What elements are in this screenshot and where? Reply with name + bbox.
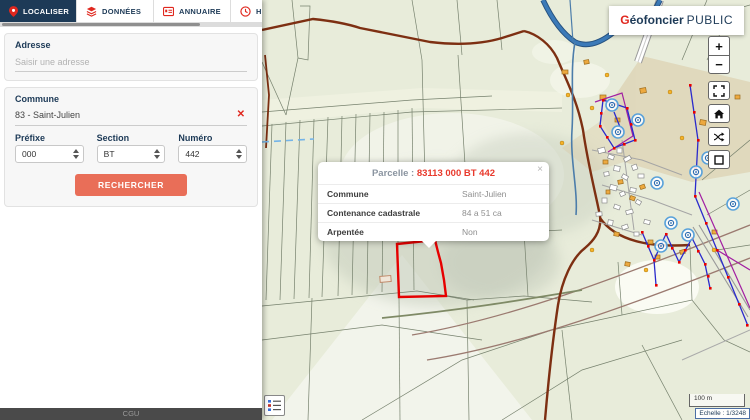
popup-close-icon[interactable]: × — [537, 165, 543, 175]
survey-marker-icon[interactable] — [656, 182, 658, 184]
parcel-info-popup: × Parcelle : 83113 000 BT 442 Commune Sa… — [318, 162, 549, 241]
address-label: Adresse — [15, 40, 247, 50]
swap-layers-button[interactable] — [708, 127, 730, 146]
commune-value-row: 83 - Saint-Julien ✕ — [15, 106, 247, 126]
survey-marker-icon[interactable] — [695, 171, 697, 173]
stepper-icon — [154, 149, 160, 159]
popup-row-label: Commune — [327, 189, 462, 199]
extent-button[interactable] — [708, 150, 730, 169]
commune-label: Commune — [15, 94, 247, 104]
extent-square-icon — [713, 154, 725, 166]
layers-icon — [86, 6, 97, 17]
clock-icon — [240, 6, 251, 17]
scale-ratio-label: Echelle : 1/3248 — [695, 408, 750, 419]
popup-row-label: Arpentée — [327, 227, 462, 237]
brand-logo: GéofoncierPUBLIC — [609, 6, 744, 35]
popup-title-label: Parcelle : — [372, 168, 414, 179]
survey-marker-icon[interactable] — [611, 104, 613, 106]
geofoncier-app: GéofoncierPUBLIC + − — [0, 0, 750, 420]
directory-card-icon — [163, 6, 174, 17]
commune-value: 83 - Saint-Julien — [15, 110, 80, 120]
outbuilding — [380, 275, 391, 282]
tab-label: ANNUAIRE — [179, 7, 221, 16]
map-controls: + − — [708, 36, 730, 173]
popup-row-arpentee: Arpentée Non — [318, 222, 549, 241]
scale-bar: 100 m — [689, 394, 745, 407]
numero-value: 442 — [185, 149, 199, 159]
tab-label: LOCALISER — [23, 7, 69, 16]
section-label: Section — [97, 133, 166, 143]
popup-row-value: Non — [462, 227, 478, 237]
popup-row-contenance: Contenance cadastrale 84 a 51 ca — [318, 203, 549, 222]
numero-select[interactable]: 442 — [178, 145, 247, 163]
map-canvas[interactable]: GéofoncierPUBLIC + − — [262, 0, 750, 420]
swap-arrows-icon — [713, 131, 725, 143]
popup-title-value: 83113 000 BT 442 — [417, 168, 495, 179]
map-pin-icon — [9, 6, 18, 17]
popup-row-value: 84 a 51 ca — [462, 208, 502, 218]
tab-annuaire[interactable]: ANNUAIRE — [154, 0, 231, 22]
section-value: BT — [104, 149, 115, 159]
zoom-out-button[interactable]: − — [708, 55, 730, 74]
tab-historique[interactable]: HISTORIQUE — [231, 0, 262, 22]
tab-scrollbar-thumb[interactable] — [2, 23, 200, 26]
tab-donnees[interactable]: DONNÉES — [77, 0, 154, 22]
popup-anchor-arrow — [421, 240, 437, 248]
popup-row-value: Saint-Julien — [462, 189, 506, 199]
address-input[interactable] — [15, 54, 247, 72]
popup-row-label: Contenance cadastrale — [327, 208, 462, 218]
clear-commune-icon[interactable]: ✕ — [235, 109, 247, 120]
survey-marker-icon[interactable] — [637, 119, 639, 121]
tab-label: HISTORIQUE — [256, 7, 262, 16]
survey-marker-icon[interactable] — [617, 131, 619, 133]
home-icon — [713, 108, 725, 120]
prefix-value: 000 — [22, 149, 36, 159]
brand-g: G — [620, 13, 629, 27]
cgu-link[interactable]: CGU — [0, 408, 262, 420]
sidebar: LOCALISER DONNÉES ANNUAIRE — [0, 0, 262, 420]
stepper-icon — [236, 149, 242, 159]
popup-title: Parcelle : 83113 000 BT 442 — [318, 162, 549, 184]
survey-marker-icon[interactable] — [732, 203, 734, 205]
survey-marker-icon[interactable] — [670, 222, 672, 224]
legend-list-icon — [267, 398, 282, 413]
legend-button[interactable] — [264, 395, 285, 416]
section-select[interactable]: BT — [97, 145, 166, 163]
prefix-label: Préfixe — [15, 133, 84, 143]
tab-label: DONNÉES — [102, 7, 141, 16]
stepper-icon — [73, 149, 79, 159]
popup-row-commune: Commune Saint-Julien — [318, 184, 549, 203]
home-button[interactable] — [708, 104, 730, 123]
commune-panel: Commune 83 - Saint-Julien ✕ Préfixe 000 … — [4, 87, 258, 207]
numero-label: Numéro — [178, 133, 247, 143]
address-panel: Adresse — [4, 33, 258, 81]
tab-bar: LOCALISER DONNÉES ANNUAIRE — [0, 0, 262, 22]
prefix-select[interactable]: 000 — [15, 145, 84, 163]
tab-localiser[interactable]: LOCALISER — [0, 0, 77, 22]
fullscreen-icon — [713, 85, 725, 97]
parcel-selectors: Préfixe 000 Section BT Numéro — [15, 133, 247, 163]
search-button[interactable]: RECHERCHER — [75, 174, 187, 196]
survey-marker-icon[interactable] — [660, 245, 662, 247]
zoom-in-button[interactable]: + — [708, 36, 730, 55]
brand-suffix: PUBLIC — [687, 13, 733, 27]
fullscreen-button[interactable] — [708, 81, 730, 100]
brand-name: éofoncier — [630, 13, 684, 27]
tab-scrollbar[interactable] — [0, 22, 262, 27]
survey-marker-icon[interactable] — [687, 234, 689, 236]
